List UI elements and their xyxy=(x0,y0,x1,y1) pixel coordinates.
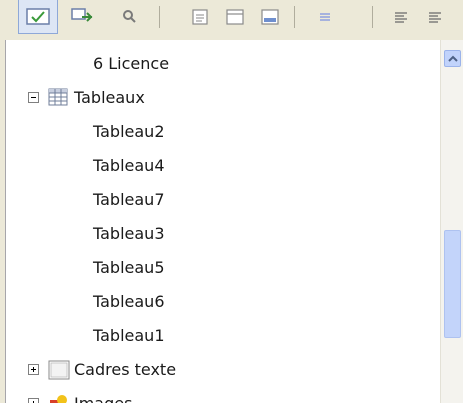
drag-mode-button[interactable] xyxy=(64,0,100,34)
toolbar-separator xyxy=(372,6,373,28)
vertical-scrollbar[interactable] xyxy=(440,40,463,403)
scroll-thumb[interactable] xyxy=(444,230,461,338)
tree-item-label: Tableau6 xyxy=(93,291,165,311)
tree-item[interactable]: Tableau2 xyxy=(93,114,165,148)
chevron-up-icon xyxy=(447,55,458,62)
text-frame-icon xyxy=(48,360,70,380)
panel-border xyxy=(0,40,6,403)
tree-category-cadres-texte[interactable]: Cadres texte xyxy=(28,352,176,386)
footer-icon xyxy=(261,9,279,25)
tree-item-label: Tableau4 xyxy=(93,155,165,175)
anchor-button[interactable] xyxy=(310,0,340,34)
tree-item-label: Tableau7 xyxy=(93,189,165,209)
expand-icon[interactable] xyxy=(28,363,39,375)
drag-mode-icon xyxy=(71,8,93,22)
navigator-tree: 6 Licence Tableaux Tableau2 Tableau4 Tab… xyxy=(0,40,463,403)
toolbar-separator xyxy=(294,6,295,28)
list-box-icon xyxy=(192,9,208,25)
demote-level-button[interactable] xyxy=(420,0,450,34)
demote-level-icon xyxy=(429,12,441,23)
expand-icon[interactable] xyxy=(28,397,39,403)
tree-item-label: 6 Licence xyxy=(93,53,170,73)
tree-item-label: Tableau5 xyxy=(93,257,165,277)
header-icon xyxy=(226,9,244,25)
tree-item[interactable]: Tableau3 xyxy=(93,216,165,250)
scroll-up-button[interactable] xyxy=(444,50,461,67)
tree-category-images[interactable]: Images xyxy=(28,386,132,403)
tree-item[interactable]: Tableau6 xyxy=(93,284,165,318)
tree-item-label: Tableau3 xyxy=(93,223,165,243)
tree-category-label: Tableaux xyxy=(74,87,145,107)
tree-item[interactable]: Tableau4 xyxy=(93,148,165,182)
promote-level-icon xyxy=(395,12,407,23)
tree-item-label: Tableau1 xyxy=(93,325,165,345)
tree-category-label: Cadres texte xyxy=(74,359,177,379)
tree-item[interactable]: 6 Licence xyxy=(93,46,169,80)
collapse-icon[interactable] xyxy=(28,91,39,103)
tree-category-tableaux[interactable]: Tableaux xyxy=(28,80,145,114)
header-button[interactable] xyxy=(220,0,250,34)
tree-category-label: Images xyxy=(74,393,133,403)
tree-item-label: Tableau2 xyxy=(93,121,165,141)
footer-button[interactable] xyxy=(254,0,286,34)
headings-button[interactable] xyxy=(114,0,144,34)
anchor-icon xyxy=(320,13,330,21)
navigator-window: 6 Licence Tableaux Tableau2 Tableau4 Tab… xyxy=(0,0,463,403)
image-icon xyxy=(48,394,68,403)
tree-item[interactable]: Tableau5 xyxy=(93,250,165,284)
navigation-toggle-button[interactable] xyxy=(18,0,58,34)
table-icon xyxy=(48,88,68,106)
navigator-toolbar xyxy=(0,0,463,41)
tree-item[interactable]: Tableau1 xyxy=(93,318,165,352)
toolbar-separator xyxy=(159,6,160,28)
navigation-toggle-icon xyxy=(26,7,50,25)
headings-icon xyxy=(123,10,136,23)
tree-item[interactable]: Tableau7 xyxy=(93,182,165,216)
list-box-button[interactable] xyxy=(186,0,214,34)
promote-level-button[interactable] xyxy=(386,0,416,34)
